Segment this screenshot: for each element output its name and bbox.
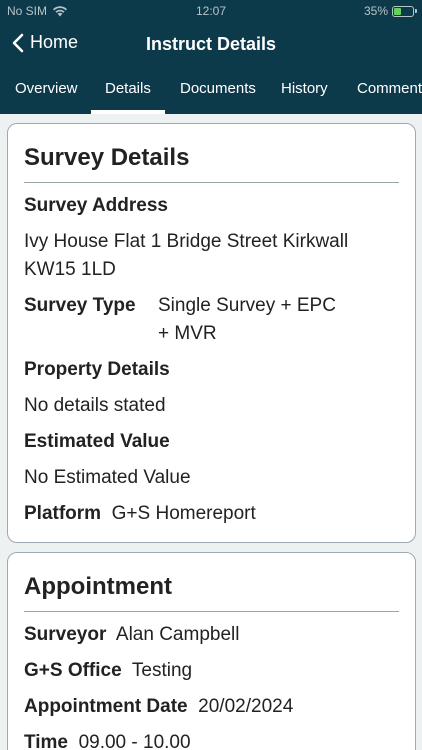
appointment-card: Appointment Surveyor Alan Campbell G+S O… — [7, 552, 416, 750]
survey-type-line2: + MVR — [158, 323, 217, 344]
platform-label: Platform — [24, 503, 102, 524]
tab-history[interactable]: History — [281, 80, 328, 97]
property-details-value: No details stated — [24, 395, 166, 416]
battery-percent: 35% — [363, 4, 388, 18]
surveyor-label: Surveyor — [24, 624, 107, 645]
navigation-bar: Home Instruct Details — [0, 22, 422, 66]
tab-details[interactable]: Details — [105, 80, 151, 97]
time-label: Time — [24, 732, 69, 750]
surveyor-row: Surveyor Alan Campbell — [24, 621, 239, 649]
office-value: Testing — [131, 660, 193, 681]
office-row: G+S Office Testing — [24, 657, 192, 685]
estimated-value-label: Estimated Value — [24, 431, 170, 452]
platform-row: Platform G+S Homereport — [24, 500, 256, 528]
survey-type-label: Survey Type — [24, 295, 136, 316]
tab-documents[interactable]: Documents — [180, 80, 256, 97]
surveyor-value: Alan Campbell — [115, 624, 240, 645]
survey-type-line1: Single Survey + EPC — [158, 295, 336, 316]
survey-address-label: Survey Address — [24, 195, 168, 216]
appointment-date-value: 20/02/2024 — [198, 696, 294, 717]
page-title: Instruct Details — [145, 34, 277, 54]
tab-overview[interactable]: Overview — [15, 80, 78, 97]
status-bar: No SIM 12:07 35% — [0, 0, 422, 22]
time-row: Time 09.00 - 10.00 — [24, 729, 191, 750]
tab-comments[interactable]: Comments — [357, 80, 422, 97]
survey-details-title: Survey Details — [24, 144, 190, 171]
platform-value: G+S Homereport — [111, 503, 256, 524]
time-value: 09.00 - 10.00 — [78, 732, 191, 750]
header-bar: No SIM 12:07 35% Home Instruct Details O… — [0, 0, 422, 114]
tab-bar: Overview Details Documents History Comme… — [0, 72, 422, 114]
divider — [24, 611, 399, 612]
estimated-value-value: No Estimated Value — [24, 467, 191, 488]
active-tab-indicator — [91, 110, 165, 114]
survey-address-line2: KW15 1LD — [24, 259, 116, 280]
appointment-date-label: Appointment Date — [24, 696, 188, 717]
appointment-title: Appointment — [24, 573, 172, 600]
appointment-date-row: Appointment Date 20/02/2024 — [24, 693, 293, 721]
clock: 12:07 — [195, 4, 227, 18]
battery-icon — [392, 5, 417, 17]
divider — [24, 182, 399, 183]
office-label: G+S Office — [24, 660, 122, 681]
survey-details-card: Survey Details Survey Address Ivy House … — [7, 123, 416, 543]
survey-address-line1: Ivy House Flat 1 Bridge Street Kirkwall — [24, 231, 349, 252]
property-details-label: Property Details — [24, 359, 170, 380]
